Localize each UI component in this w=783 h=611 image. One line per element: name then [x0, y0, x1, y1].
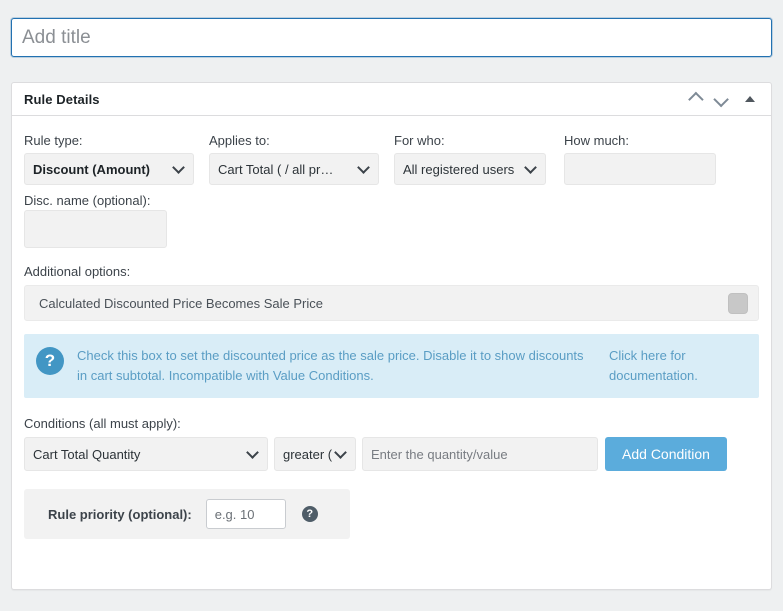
- condition-operator-select[interactable]: greater (: [274, 437, 356, 471]
- condition-type-select[interactable]: Cart Total Quantity: [24, 437, 268, 471]
- condition-row: Cart Total Quantity greater ( Add Condit…: [24, 437, 759, 471]
- chevron-down-icon: [524, 161, 537, 174]
- applies-to-value: Cart Total ( / all pr…: [218, 161, 334, 177]
- post-title-container: [11, 18, 772, 57]
- help-icon[interactable]: ?: [301, 506, 318, 522]
- rule-type-label: Rule type:: [24, 133, 83, 148]
- question-mark-icon: ?: [36, 347, 64, 375]
- move-up-button[interactable]: [681, 86, 707, 112]
- chevron-down-icon: [357, 161, 370, 174]
- additional-options-label: Additional options:: [24, 264, 131, 279]
- move-down-button[interactable]: [709, 86, 735, 112]
- rule-priority-label: Rule priority (optional):: [48, 506, 192, 522]
- page-root: Rule Details Rule type: Disco: [0, 0, 783, 611]
- chevron-down-icon: [334, 446, 347, 459]
- disc-name-input[interactable]: [24, 210, 167, 248]
- toggle-panel-button[interactable]: [737, 86, 763, 112]
- documentation-link[interactable]: Click here for documentation.: [609, 346, 713, 386]
- rule-fields-row: Rule type: Discount (Amount) Disc. name …: [24, 132, 759, 248]
- add-condition-button[interactable]: Add Condition: [605, 437, 727, 471]
- for-who-field: For who: All registered users: [394, 132, 546, 185]
- info-banner: ? Check this box to set the discounted p…: [24, 334, 759, 398]
- additional-option-text: Calculated Discounted Price Becomes Sale…: [39, 295, 323, 311]
- condition-value-input[interactable]: [362, 437, 598, 471]
- chevron-down-icon: [246, 446, 259, 459]
- triangle-up-icon: [745, 96, 755, 102]
- disc-name-label: Disc. name (optional):: [24, 193, 151, 208]
- panel-title: Rule Details: [24, 91, 100, 107]
- conditions-label: Conditions (all must apply):: [24, 416, 181, 431]
- additional-option-row[interactable]: Calculated Discounted Price Becomes Sale…: [24, 285, 759, 321]
- info-banner-text: Check this box to set the discounted pri…: [77, 348, 584, 383]
- rule-type-field: Rule type: Discount (Amount) Disc. name …: [24, 132, 194, 248]
- post-title-input[interactable]: [11, 18, 772, 57]
- how-much-input[interactable]: [564, 153, 716, 185]
- condition-type-value: Cart Total Quantity: [33, 446, 141, 462]
- how-much-field: How much:: [564, 132, 716, 185]
- sale-price-checkbox[interactable]: [728, 292, 748, 314]
- applies-to-field: Applies to: Cart Total ( / all pr…: [209, 132, 379, 185]
- panel-header-actions: [681, 86, 763, 112]
- applies-to-select[interactable]: Cart Total ( / all pr…: [209, 153, 379, 185]
- chevron-down-icon: [712, 91, 729, 107]
- rule-type-value: Discount (Amount): [33, 161, 150, 177]
- rule-details-panel-header: Rule Details: [12, 83, 771, 116]
- for-who-value: All registered users: [403, 161, 515, 177]
- chevron-down-icon: [172, 161, 185, 174]
- how-much-label: How much:: [564, 133, 630, 148]
- disc-name-field: Disc. name (optional):: [24, 192, 167, 248]
- rule-details-panel: Rule Details Rule type: Discount (Amount…: [11, 82, 772, 590]
- for-who-select[interactable]: All registered users: [394, 153, 546, 185]
- chevron-up-icon: [687, 91, 704, 107]
- applies-to-label: Applies to:: [209, 133, 270, 148]
- rule-priority-input[interactable]: [205, 499, 286, 529]
- for-who-label: For who:: [394, 133, 445, 148]
- rule-type-select[interactable]: Discount (Amount): [24, 153, 194, 185]
- rule-details-body: Rule type: Discount (Amount) Disc. name …: [12, 116, 771, 539]
- condition-operator-value: greater (: [283, 446, 333, 462]
- rule-priority-box: Rule priority (optional): ?: [24, 489, 350, 539]
